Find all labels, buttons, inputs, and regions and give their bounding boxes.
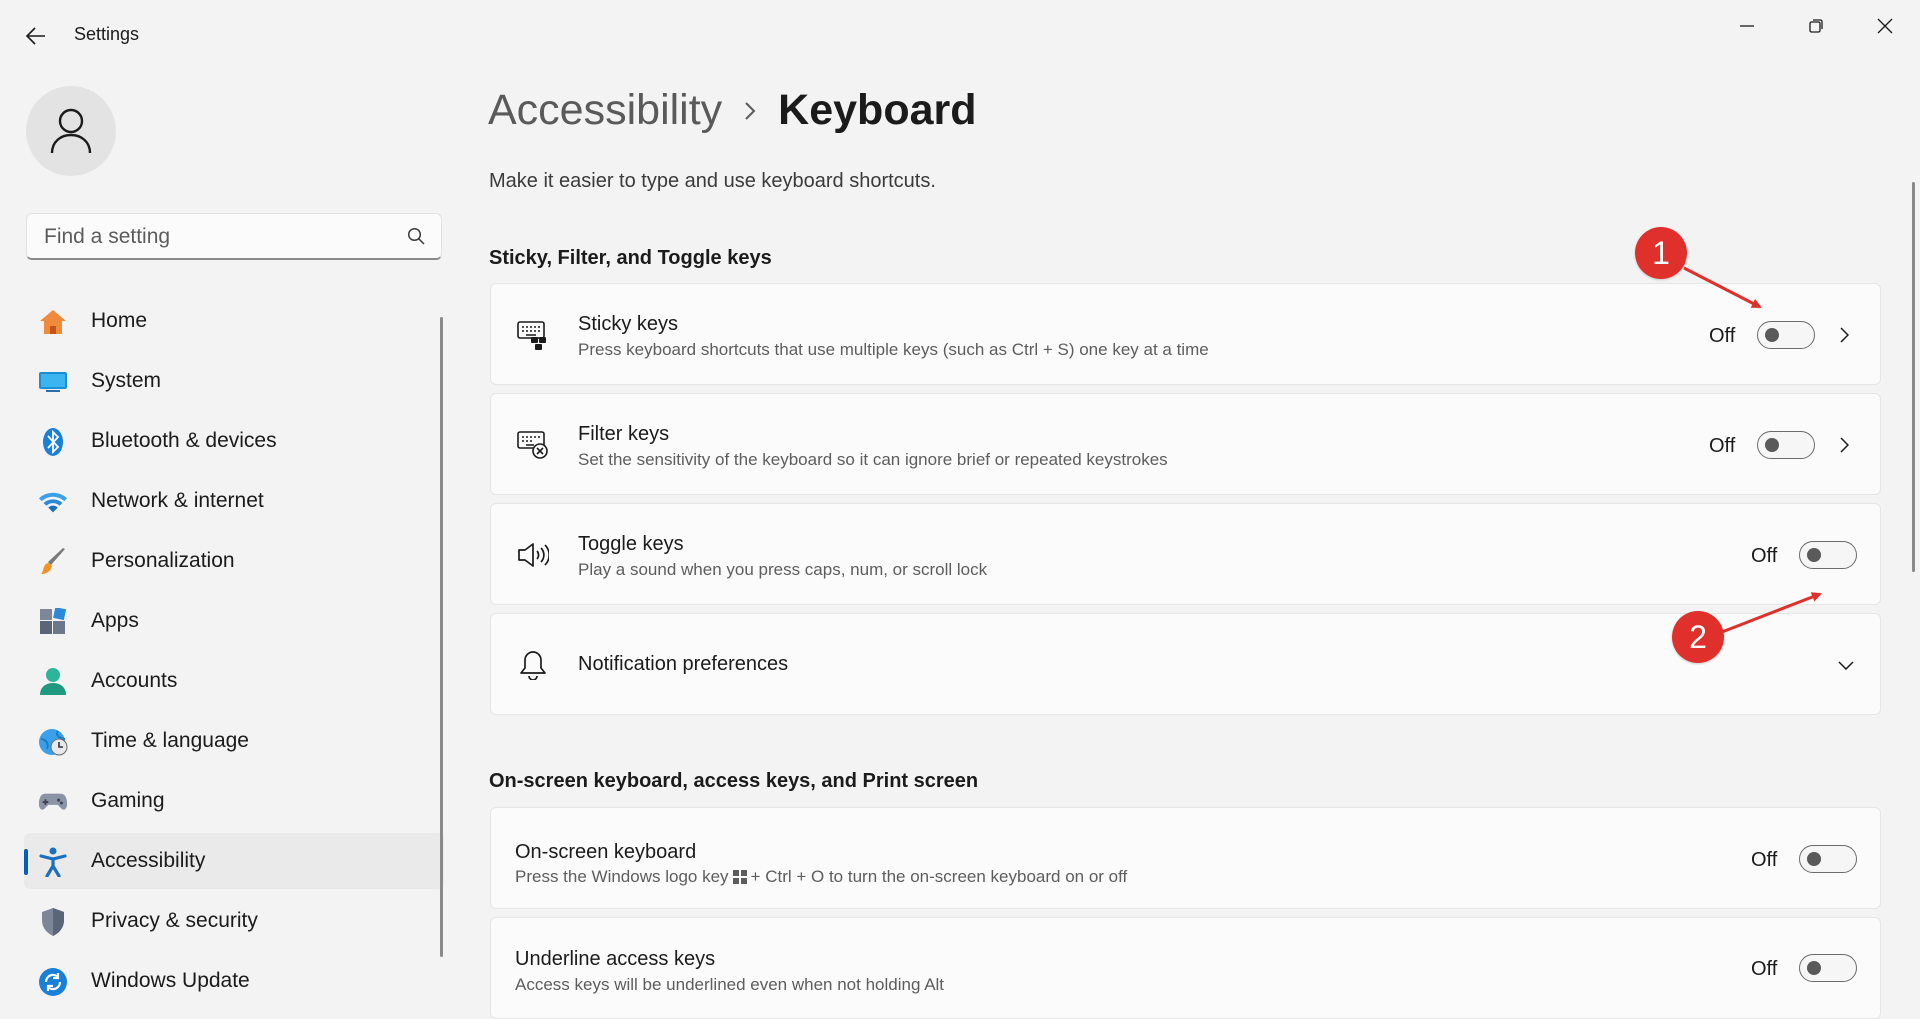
filter-keys-card[interactable]: Filter keys Set the sensitivity of the k…: [490, 393, 1881, 495]
sticky-keys-icon: [517, 319, 549, 351]
page-title: Keyboard: [778, 86, 977, 134]
toggle-keys-toggle[interactable]: [1799, 541, 1857, 569]
time-language-icon: [38, 727, 68, 757]
sidebar-item-label: Network & internet: [91, 489, 264, 512]
setting-title: Underline access keys: [515, 948, 716, 970]
sidebar-scrollbar[interactable]: [440, 317, 443, 957]
sidebar-item-windows-update[interactable]: Windows Update: [24, 953, 444, 1009]
minimize-icon: [1740, 25, 1754, 27]
on-screen-keyboard-card[interactable]: On-screen keyboard Press the Windows log…: [490, 807, 1881, 909]
restore-button[interactable]: [1781, 6, 1851, 46]
section-title: On-screen keyboard, access keys, and Pri…: [489, 770, 979, 792]
sidebar-item-label: Accessibility: [91, 849, 206, 872]
toggle-state-label: Off: [1751, 958, 1778, 980]
sidebar-item-label: Home: [91, 309, 148, 332]
sidebar-item-apps[interactable]: Apps: [24, 593, 444, 649]
setting-description: Set the sensitivity of the keyboard so i…: [578, 450, 1168, 469]
chevron-right-icon: [744, 101, 756, 121]
update-icon: [38, 967, 68, 997]
sidebar-item-label: Privacy & security: [91, 909, 258, 932]
setting-title: On-screen keyboard: [515, 841, 697, 863]
sidebar-item-accounts[interactable]: Accounts: [24, 653, 444, 709]
main-scrollbar[interactable]: [1912, 182, 1915, 572]
chevron-right-icon[interactable]: [1834, 435, 1854, 455]
restore-icon: [1809, 19, 1823, 33]
sidebar-nav: Home System Bluetooth & devices Network …: [24, 293, 444, 1013]
windows-logo-icon: [732, 870, 747, 884]
chevron-right-icon[interactable]: [1834, 325, 1854, 345]
bell-icon: [517, 649, 549, 681]
user-icon: [50, 108, 92, 154]
page-description: Make it easier to type and use keyboard …: [489, 170, 936, 192]
system-icon: [38, 367, 68, 397]
gamepad-icon: [38, 787, 68, 817]
search-input[interactable]: [42, 223, 406, 251]
toggle-state-label: Off: [1709, 325, 1736, 347]
search-icon[interactable]: [407, 227, 425, 245]
apps-icon: [38, 607, 68, 637]
sidebar-item-system[interactable]: System: [24, 353, 444, 409]
sidebar-item-label: Bluetooth & devices: [91, 429, 277, 452]
back-arrow-icon: [26, 27, 45, 45]
breadcrumb: Accessibility Keyboard: [488, 86, 977, 135]
bluetooth-icon: [38, 427, 68, 457]
setting-description-end: + Ctrl + O to turn the on-screen keyboar…: [750, 867, 1128, 886]
filter-keys-icon: [517, 429, 549, 461]
on-screen-keyboard-toggle[interactable]: [1799, 845, 1857, 873]
sticky-keys-toggle[interactable]: [1757, 321, 1815, 349]
sidebar-item-label: System: [91, 369, 162, 392]
sidebar-item-label: Apps: [91, 609, 139, 632]
toggle-keys-card[interactable]: Toggle keys Play a sound when you press …: [490, 503, 1881, 605]
setting-title: Sticky keys: [578, 313, 679, 335]
sidebar-item-home[interactable]: Home: [24, 293, 444, 349]
sidebar-item-label: Time & language: [91, 729, 249, 752]
close-button[interactable]: [1850, 6, 1920, 46]
accessibility-icon: [38, 847, 68, 877]
brush-icon: [38, 547, 68, 577]
setting-title: Toggle keys: [578, 533, 684, 555]
setting-description: Play a sound when you press caps, num, o…: [578, 560, 988, 579]
close-icon: [1877, 18, 1893, 34]
sidebar-item-label: Gaming: [91, 789, 165, 812]
title-bar: Settings: [0, 0, 1920, 72]
sidebar-item-gaming[interactable]: Gaming: [24, 773, 444, 829]
toggle-state-label: Off: [1709, 435, 1736, 457]
setting-title: Filter keys: [578, 423, 670, 445]
sidebar-item-time-language[interactable]: Time & language: [24, 713, 444, 769]
app-title: Settings: [74, 24, 140, 44]
annotation-badge-1: 1: [1635, 227, 1687, 279]
shield-icon: [38, 907, 68, 937]
back-button[interactable]: [18, 18, 54, 54]
underline-access-keys-card[interactable]: Underline access keys Access keys will b…: [490, 917, 1881, 1019]
sidebar-item-personalization[interactable]: Personalization: [24, 533, 444, 589]
sidebar-item-label: Windows Update: [91, 969, 250, 992]
avatar[interactable]: [26, 86, 116, 176]
filter-keys-toggle[interactable]: [1757, 431, 1815, 459]
breadcrumb-parent[interactable]: Accessibility: [488, 86, 722, 135]
sidebar-item-label: Personalization: [91, 549, 235, 572]
sidebar-item-label: Accounts: [91, 669, 178, 692]
wifi-icon: [38, 487, 68, 517]
toggle-state-label: Off: [1751, 545, 1778, 567]
toggle-state-label: Off: [1751, 849, 1778, 871]
chevron-down-icon[interactable]: [1836, 655, 1856, 675]
setting-description: Press the Windows logo key + Ctrl + O to …: [515, 867, 1127, 887]
accounts-icon: [38, 667, 68, 697]
setting-description: Access keys will be underlined even when…: [515, 975, 945, 994]
home-icon: [38, 307, 68, 337]
search-box[interactable]: [26, 213, 442, 260]
speaker-icon: [517, 539, 549, 571]
setting-description: Press keyboard shortcuts that use multip…: [578, 340, 1209, 359]
sidebar-item-bluetooth[interactable]: Bluetooth & devices: [24, 413, 444, 469]
sidebar-item-privacy[interactable]: Privacy & security: [24, 893, 444, 949]
sidebar-item-accessibility[interactable]: Accessibility: [24, 833, 444, 889]
sticky-keys-card[interactable]: Sticky keys Press keyboard shortcuts tha…: [490, 283, 1881, 385]
underline-access-keys-toggle[interactable]: [1799, 954, 1857, 982]
setting-description-start: Press the Windows logo key: [515, 867, 729, 886]
section-title: Sticky, Filter, and Toggle keys: [489, 247, 772, 269]
minimize-button[interactable]: [1712, 6, 1782, 46]
annotation-badge-2: 2: [1672, 611, 1724, 663]
setting-title: Notification preferences: [578, 653, 789, 675]
sidebar-item-network[interactable]: Network & internet: [24, 473, 444, 529]
